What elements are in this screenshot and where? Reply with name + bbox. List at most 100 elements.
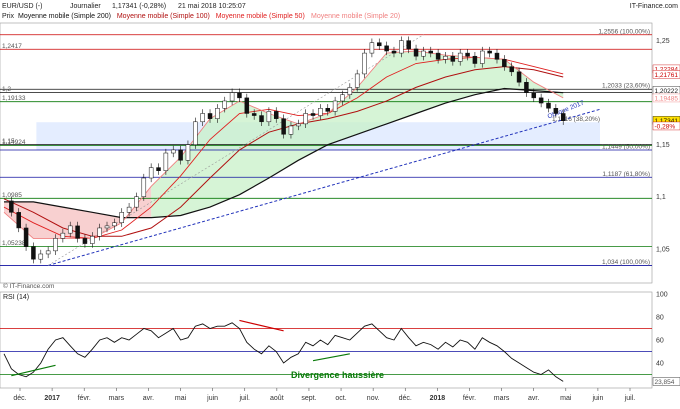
header-datetime: 21 mai 2018 10:25:07 [178,3,246,10]
header-period: Journalier [70,3,101,10]
candle-body [487,50,492,54]
candle-body [193,121,198,145]
candle-body [354,73,360,88]
x-label-6: juin [206,395,218,402]
x-label-4: avr. [143,395,154,402]
x-label-2: févr. [78,395,91,402]
fib-box-label: 1,1716 (38,20%) [552,116,600,123]
candle-body [273,111,279,119]
x-label-17: mai [560,395,572,402]
x-label-13: 2018 [430,395,446,402]
candle-body [281,118,286,135]
level-label-9: 1,0985 [2,192,22,199]
candle-body [119,212,124,224]
candle-body [23,227,29,247]
x-label-10: oct. [335,395,346,402]
candle-body [296,123,301,127]
candle-body [406,40,411,50]
candle-body [90,236,95,244]
candle-body [494,52,500,60]
x-label-19: juil. [624,395,636,402]
level-label-4: 1,19133 [2,95,26,102]
candle-body [384,45,389,52]
right-label-3: 1,19485 [655,95,679,102]
candle-body [288,125,294,135]
level-label-8: 1,1187 (61,80%) [602,171,650,178]
level-label-2: 1,2033 (23,60%) [602,83,650,90]
candle-body [170,149,176,154]
candle-body [229,92,235,102]
candle-body [178,149,183,161]
candle-body [222,100,227,109]
x-label-7: juil. [238,395,250,402]
candle-body [266,111,272,123]
rsi-last-value: 23,854 [655,379,675,386]
legend-prefix: Prix [2,13,15,20]
candle-body [259,115,264,123]
rsi-tick-2: 60 [656,338,664,345]
x-label-16: avr. [528,395,539,402]
level-label-0: 1,2556 (100,00%) [598,28,650,35]
y-tick-0: 1,25 [656,38,670,45]
x-axis: déc. 2017 févr. mars avr. mai juin juil. août sep… [13,388,635,402]
candle-body [435,52,441,60]
x-label-1: 2017 [44,395,60,402]
legend-item-2: Moyenne mobile (Simple 50) [216,13,305,20]
legend-item-0: Moyenne mobile (Simple 200) [18,13,111,20]
rsi-annotation: Divergence haussière [291,370,384,380]
y-tick-3: 1,1 [656,194,666,201]
legend-item-3: Moyenne mobile (Simple 20) [311,13,400,20]
header-symbol: EUR/USD (-) [2,3,42,10]
candle-body [325,108,331,112]
candle-body [347,87,353,95]
candle-body [560,113,566,122]
candle-body [244,97,250,114]
candle-body [75,225,80,239]
candle-body [251,113,257,116]
y-tick-4: 1,05 [656,246,670,253]
candle-body [421,50,426,57]
candle-body [538,97,544,104]
price-panel [0,22,653,284]
x-label-14: févr. [463,395,476,402]
rsi-title: RSI (14) [3,294,29,301]
candle-body [369,42,375,54]
level-label-11: 1,034 (100,00%) [602,259,650,266]
candle-body [163,152,169,171]
x-label-0: déc. [13,395,26,402]
level-label-10: 1,05238 [2,240,26,247]
candle-body [200,113,205,123]
candle-body [546,102,551,109]
brand-label: IT-Finance.com [630,3,678,10]
candle-body [53,238,58,252]
candle-body [237,92,242,99]
candle-body [215,108,220,119]
x-label-9: sept. [301,395,316,402]
candle-body [377,42,382,47]
candle-body [38,253,44,260]
candle-body [60,232,66,239]
level-label-6: 1,14924 [2,139,26,146]
chart-canvas: EUR/USD (-) Journalier 1,17341 (-0,28%) … [0,3,680,402]
x-label-3: mars [109,395,125,402]
candle-body [97,227,102,237]
x-label-5: mai [175,395,187,402]
level-label-7: 1,1449 (50,00%) [602,144,650,151]
candle-body [480,50,485,64]
rsi-tick-0: 100 [656,292,668,299]
copyright-label: © IT-Finance.com [3,282,54,290]
candle-body [112,222,117,227]
candle-body [457,52,463,62]
candle-body [472,55,478,64]
candle-body [134,196,139,208]
rsi-tick-3: 40 [656,361,664,368]
x-label-11: nov. [367,395,380,402]
candle-body [303,113,308,125]
right-label-5: -0,28% [655,123,676,130]
candle-body [399,40,404,54]
candle-body [553,108,559,114]
candle-body [126,206,132,213]
candle-body [156,167,161,171]
right-label-1: 1,21761 [655,72,679,79]
candle-body [509,66,514,73]
